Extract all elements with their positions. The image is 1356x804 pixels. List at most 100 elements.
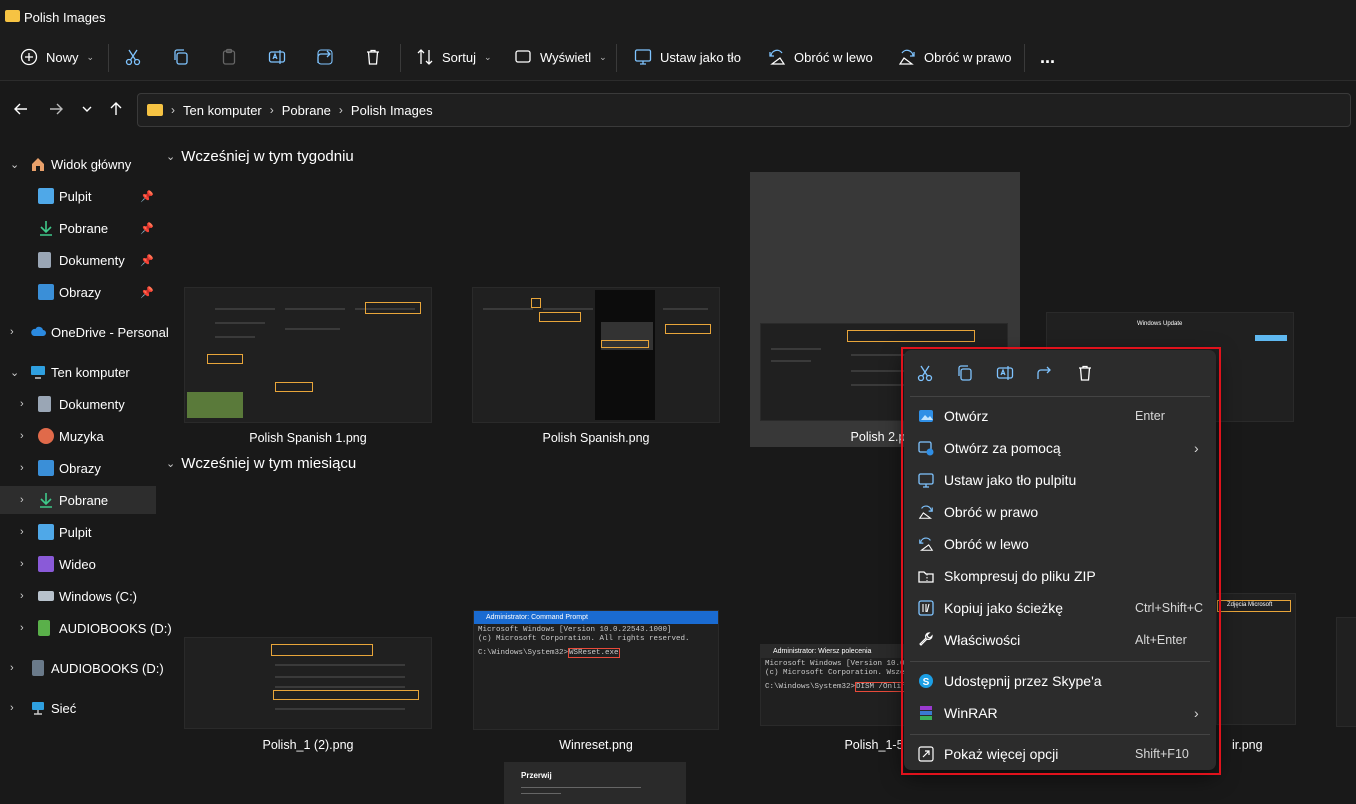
copy-button[interactable]	[172, 34, 190, 80]
file-item[interactable]: Polish Spanish.png	[472, 287, 720, 447]
breadcrumb-downloads[interactable]: Pobrane	[282, 103, 331, 118]
group-header-month[interactable]: ⌄ Wcześniej w tym miesiącu	[166, 455, 356, 472]
menu-item-set-desktop-background[interactable]: Ustaw jako tło pulpitu	[908, 465, 1212, 495]
view-button[interactable]: Wyświetl ⌄	[514, 34, 607, 80]
more-button[interactable]: ...	[1040, 34, 1055, 80]
sidebar-item-documents-pinned[interactable]: Dokumenty 📌	[0, 246, 156, 274]
menu-item-rotate-left[interactable]: Obróć w lewo	[908, 529, 1212, 559]
sidebar-item-network[interactable]: › Sieć	[0, 694, 156, 722]
menu-item-shortcut: Alt+Enter	[1135, 633, 1187, 647]
zip-icon	[917, 567, 935, 585]
rotate-left-button[interactable]: Obróć w lewo	[768, 34, 873, 80]
sidebar-item-this-pc[interactable]: ⌄ Ten komputer	[0, 358, 156, 386]
chevron-down-icon[interactable]: ⌄	[10, 158, 19, 171]
menu-item-show-more-options[interactable]: Pokaż więcej opcji Shift+F10	[908, 739, 1212, 769]
sidebar-item-downloads-pinned[interactable]: Pobrane 📌	[0, 214, 156, 242]
menu-item-open-with[interactable]: Otwórz za pomocą ›	[908, 433, 1212, 463]
chevron-right-icon[interactable]: ›	[10, 662, 14, 674]
menu-item-label: Skompresuj do pliku ZIP	[944, 568, 1096, 584]
divider	[108, 44, 109, 72]
file-item[interactable]: Zdjęcia Microsoft ir.png	[1216, 593, 1296, 757]
context-copy-button[interactable]	[955, 363, 975, 383]
set-background-button[interactable]: Ustaw jako tło	[634, 34, 741, 80]
chevron-right-icon[interactable]: ›	[20, 526, 24, 538]
chevron-right-icon[interactable]: ›	[20, 494, 24, 506]
chevron-right-icon[interactable]: ›	[20, 430, 24, 442]
chevron-right-icon[interactable]: ›	[20, 558, 24, 570]
file-item[interactable]: Polish_1 (2).png	[184, 637, 432, 757]
file-item[interactable]	[1336, 617, 1356, 727]
file-name: Polish_1 (2).png	[262, 738, 354, 752]
chevron-right-icon[interactable]: ›	[10, 326, 14, 338]
sidebar-item-pictures-pinned[interactable]: Obrazy 📌	[0, 278, 156, 306]
back-button[interactable]	[11, 99, 31, 119]
context-menu-quick-actions	[904, 350, 1216, 396]
menu-item-label: Otwórz za pomocą	[944, 440, 1061, 456]
sidebar-item-desktop-pinned[interactable]: Pulpit 📌	[0, 182, 156, 210]
set-background-label: Ustaw jako tło	[660, 49, 741, 65]
chevron-down-icon[interactable]: ⌄	[10, 366, 19, 379]
cut-button[interactable]	[124, 34, 142, 80]
file-item[interactable]: Administrator: Command Prompt Microsoft …	[473, 610, 719, 757]
delete-button[interactable]	[364, 34, 382, 80]
rename-button[interactable]	[268, 34, 286, 80]
wallpaper-icon	[634, 49, 652, 65]
sidebar-item-desktop[interactable]: › Pulpit	[0, 518, 156, 546]
paste-button[interactable]	[220, 34, 238, 80]
group-header-week[interactable]: ⌄ Wcześniej w tym tygodniu	[166, 148, 354, 165]
properties-icon	[917, 631, 935, 649]
sidebar-item-home[interactable]: ⌄ Widok główny	[0, 150, 156, 178]
address-bar[interactable]: › Ten komputer › Pobrane › Polish Images	[137, 93, 1351, 127]
sidebar-item-onedrive[interactable]: › OneDrive - Personal	[0, 318, 169, 346]
file-item[interactable]: Przerwij	[504, 762, 686, 804]
menu-item-open[interactable]: Otwórz Enter	[908, 401, 1212, 431]
download-icon	[40, 493, 52, 508]
new-button[interactable]: Nowy ⌄	[20, 34, 94, 80]
cloud-icon	[31, 326, 46, 336]
sidebar-item-label: Muzyka	[59, 428, 104, 444]
chevron-right-icon[interactable]: ›	[20, 462, 24, 474]
chevron-right-icon[interactable]: ›	[20, 622, 24, 634]
menu-item-compress-zip[interactable]: Skompresuj do pliku ZIP	[908, 561, 1212, 591]
menu-item-label: WinRAR	[944, 705, 998, 721]
open-with-icon	[917, 439, 935, 457]
sidebar-item-videos[interactable]: › Wideo	[0, 550, 156, 578]
document-icon	[38, 252, 51, 268]
file-item[interactable]: Polish Spanish 1.png	[184, 287, 432, 447]
rotate-right-button[interactable]: Obróć w prawo	[898, 34, 1011, 80]
forward-button[interactable]	[46, 99, 66, 119]
share-button[interactable]	[316, 34, 334, 80]
sidebar-item-windows-c[interactable]: › Windows (C:)	[0, 582, 156, 610]
context-delete-button[interactable]	[1075, 363, 1095, 383]
sort-button[interactable]: Sortuj ⌄	[416, 34, 492, 80]
document-icon	[38, 396, 51, 412]
context-share-button[interactable]	[1035, 363, 1055, 383]
up-button[interactable]	[106, 99, 126, 119]
chevron-right-icon[interactable]: ›	[10, 702, 14, 714]
menu-item-winrar[interactable]: WinRAR ›	[908, 698, 1212, 728]
sidebar-item-downloads[interactable]: › Pobrane	[0, 486, 156, 514]
share-icon	[1037, 366, 1051, 379]
sidebar-item-audiobooks-d-root[interactable]: › AUDIOBOOKS (D:)	[0, 654, 164, 682]
context-cut-button[interactable]	[915, 363, 935, 383]
menu-item-copy-as-path[interactable]: Kopiuj jako ścieżkę Ctrl+Shift+C	[908, 593, 1212, 623]
pin-icon: 📌	[140, 254, 154, 267]
menu-item-share-skype[interactable]: S Udostępnij przez Skype'a	[908, 666, 1212, 696]
sidebar-item-documents[interactable]: › Dokumenty	[0, 390, 156, 418]
sidebar-item-music[interactable]: › Muzyka	[0, 422, 156, 450]
context-rename-button[interactable]	[995, 363, 1015, 383]
chevron-right-icon[interactable]: ›	[20, 590, 24, 602]
sidebar-item-pictures[interactable]: › Obrazy	[0, 454, 156, 482]
breadcrumb-computer[interactable]: Ten komputer	[183, 103, 262, 118]
rotate-left-icon	[917, 535, 935, 553]
home-icon	[32, 158, 44, 171]
sidebar-item-label: Dokumenty	[59, 252, 125, 268]
breadcrumb-polish-images[interactable]: Polish Images	[351, 103, 433, 118]
sidebar-item-audiobooks-d[interactable]: › AUDIOBOOKS (D:)	[0, 614, 172, 642]
menu-item-properties[interactable]: Właściwości Alt+Enter	[908, 625, 1212, 655]
divider	[1024, 44, 1025, 72]
recent-button[interactable]	[77, 99, 97, 119]
thumb-text: Windows Update	[1137, 321, 1183, 327]
menu-item-rotate-right[interactable]: Obróć w prawo	[908, 497, 1212, 527]
chevron-right-icon[interactable]: ›	[20, 398, 24, 410]
